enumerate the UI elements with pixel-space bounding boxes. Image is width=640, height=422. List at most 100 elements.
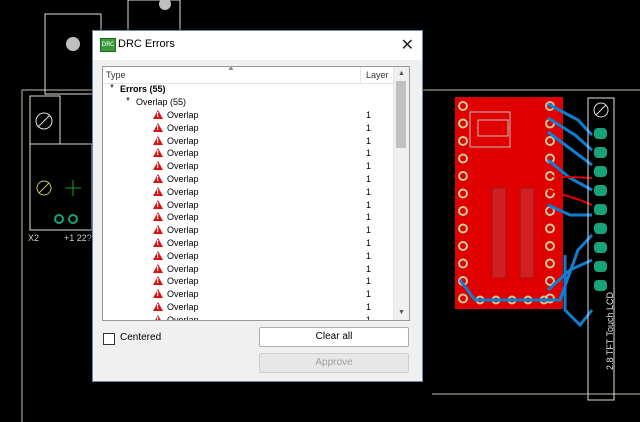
lcd-pad bbox=[594, 280, 607, 291]
warning-icon bbox=[153, 110, 163, 119]
warning-icon bbox=[153, 276, 163, 286]
group-label: Errors (55) bbox=[120, 84, 166, 94]
lcd-label: 2.8 TFT Touch LCD bbox=[605, 291, 615, 370]
item-label: Overlap bbox=[167, 161, 199, 172]
x2-label: X2 bbox=[28, 233, 39, 243]
warning-icon bbox=[153, 148, 163, 158]
item-label: Overlap bbox=[167, 238, 199, 248]
lcd-pad bbox=[594, 261, 607, 272]
item-layer: 1 bbox=[366, 238, 372, 248]
list-item[interactable]: Overlap 1 bbox=[103, 288, 395, 301]
list-item[interactable]: Overlap 1 bbox=[103, 173, 395, 186]
item-layer: 1 bbox=[366, 122, 372, 133]
item-label: Overlap bbox=[167, 174, 199, 184]
lcd-pad bbox=[594, 147, 607, 158]
lcd-pad bbox=[594, 185, 607, 196]
list-item[interactable]: Overlap 1 bbox=[103, 314, 395, 321]
item-label: Overlap bbox=[167, 186, 199, 197]
column-separator[interactable] bbox=[360, 67, 361, 83]
item-label: Overlap bbox=[167, 199, 199, 210]
item-layer: 1 bbox=[366, 161, 372, 172]
tree-group-errors[interactable]: ▼ Errors (55) bbox=[103, 83, 395, 96]
warning-icon bbox=[153, 161, 163, 171]
dialog-title: DRC Errors bbox=[118, 38, 175, 50]
list-item[interactable]: Overlap 1 bbox=[103, 160, 395, 173]
mount-hole-2 bbox=[159, 0, 171, 10]
item-layer: 1 bbox=[366, 302, 372, 312]
j1-label: +1 22? bbox=[64, 233, 92, 243]
warning-icon bbox=[153, 186, 163, 196]
list-item[interactable]: Overlap 1 bbox=[103, 250, 395, 263]
warning-icon bbox=[153, 238, 163, 247]
item-layer: 1 bbox=[366, 148, 372, 159]
list-item[interactable]: Overlap 1 bbox=[103, 237, 395, 250]
column-type[interactable]: Type bbox=[106, 70, 126, 80]
item-label: Overlap bbox=[167, 148, 199, 159]
lcd-pad bbox=[594, 128, 607, 139]
list-item[interactable]: Overlap 1 bbox=[103, 224, 395, 237]
list-header: Type ▲ Layer bbox=[103, 67, 395, 84]
tree-group-overlap[interactable]: ▼ Overlap (55) bbox=[103, 96, 395, 109]
warning-icon bbox=[153, 289, 163, 299]
list-item[interactable]: Overlap 1 bbox=[103, 275, 395, 288]
list-item[interactable]: Overlap 1 bbox=[103, 199, 395, 212]
list-item[interactable]: Overlap 1 bbox=[103, 263, 395, 276]
item-label: Overlap bbox=[167, 110, 199, 120]
expand-triangle-icon[interactable]: ▼ bbox=[125, 97, 131, 103]
lcd-pad bbox=[594, 204, 607, 215]
item-layer: 1 bbox=[366, 212, 372, 223]
item-label: Overlap bbox=[167, 302, 199, 312]
item-label: Overlap bbox=[167, 276, 199, 287]
list-item[interactable]: Overlap 1 bbox=[103, 211, 395, 224]
list-item[interactable]: Overlap 1 bbox=[103, 186, 395, 199]
list-item[interactable]: Overlap 1 bbox=[103, 109, 395, 122]
close-icon[interactable]: ✕ bbox=[401, 35, 414, 54]
scroll-up-icon[interactable]: ▲ bbox=[394, 67, 409, 81]
item-label: Overlap bbox=[167, 212, 199, 223]
drc-error-list[interactable]: Type ▲ Layer ▼ Errors (55) ▼ Overlap (55… bbox=[102, 66, 410, 321]
item-layer: 1 bbox=[366, 263, 372, 274]
warning-icon bbox=[153, 263, 163, 273]
item-label: Overlap bbox=[167, 135, 199, 146]
list-item[interactable]: Overlap 1 bbox=[103, 135, 395, 148]
mount-hole bbox=[66, 37, 80, 51]
sort-arrow-icon: ▲ bbox=[227, 66, 235, 72]
item-label: Overlap bbox=[167, 250, 199, 261]
item-layer: 1 bbox=[366, 225, 372, 236]
pad bbox=[54, 214, 64, 224]
item-layer: 1 bbox=[366, 289, 372, 300]
item-layer: 1 bbox=[366, 250, 372, 261]
list-item[interactable]: Overlap 1 bbox=[103, 122, 395, 135]
drc-app-icon: DRC bbox=[100, 38, 116, 52]
expand-triangle-icon[interactable]: ▼ bbox=[109, 84, 115, 90]
list-scrollbar[interactable]: ▲ ▼ bbox=[393, 67, 409, 320]
column-layer[interactable]: Layer bbox=[366, 70, 389, 80]
warning-icon bbox=[153, 174, 163, 183]
item-layer: 1 bbox=[366, 186, 372, 197]
item-label: Overlap bbox=[167, 122, 199, 133]
warning-icon bbox=[153, 122, 163, 132]
scrollbar-thumb[interactable] bbox=[396, 81, 406, 148]
item-layer: 1 bbox=[366, 314, 372, 321]
dialog-titlebar[interactable]: DRC DRC Errors ✕ bbox=[93, 31, 422, 60]
lcd-pad bbox=[594, 223, 607, 234]
list-item[interactable]: Overlap 1 bbox=[103, 147, 395, 160]
centered-label: Centered bbox=[120, 332, 162, 343]
item-layer: 1 bbox=[366, 199, 372, 210]
item-label: Overlap bbox=[167, 263, 199, 274]
warning-icon bbox=[153, 135, 163, 145]
list-item[interactable]: Overlap 1 bbox=[103, 301, 395, 314]
warning-icon bbox=[153, 302, 163, 311]
approve-button[interactable]: Approve bbox=[259, 353, 409, 373]
item-layer: 1 bbox=[366, 110, 372, 120]
pad bbox=[68, 214, 78, 224]
lcd-pad bbox=[594, 242, 607, 253]
scroll-down-icon[interactable]: ▼ bbox=[394, 306, 409, 320]
lcd-header-pads bbox=[594, 128, 607, 291]
clear-all-button[interactable]: Clear all bbox=[259, 327, 409, 347]
item-label: Overlap bbox=[167, 225, 199, 236]
centered-checkbox[interactable] bbox=[103, 333, 115, 345]
warning-icon bbox=[153, 212, 163, 222]
warning-icon bbox=[153, 199, 163, 209]
lcd-pad bbox=[594, 166, 607, 177]
